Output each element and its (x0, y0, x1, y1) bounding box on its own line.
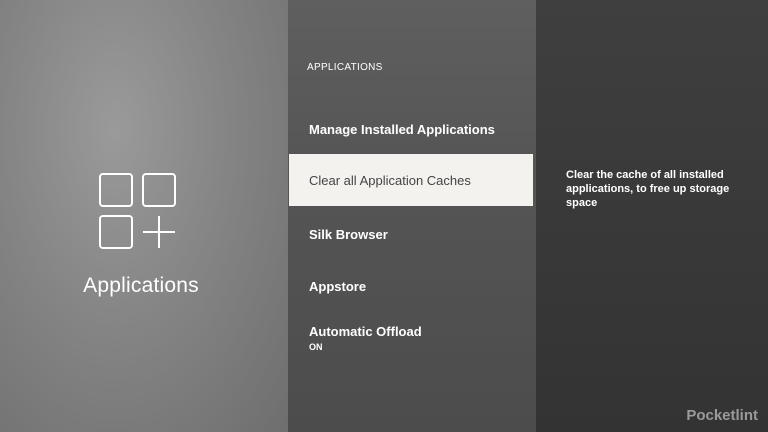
watermark-logo: Pocketlint (686, 407, 758, 424)
menu-item-silk-browser[interactable]: Silk Browser (289, 208, 533, 260)
category-title: Applications (83, 274, 199, 297)
description-panel: Clear the cache of all installed applica… (536, 0, 768, 432)
category-hero-panel: Applications (0, 0, 288, 432)
menu-item-label: Silk Browser (309, 226, 388, 242)
menu-item-label: Clear all Application Caches (309, 172, 471, 188)
settings-screen: Applications APPLICATIONS Manage Install… (0, 0, 768, 432)
menu-item-label: Automatic Offload (309, 324, 422, 339)
menu-item-manage-installed-applications[interactable]: Manage Installed Applications (289, 103, 533, 155)
item-description: Clear the cache of all installed applica… (566, 169, 730, 209)
menu-item-label: Manage Installed Applications (309, 121, 495, 137)
menu-heading: APPLICATIONS (307, 62, 383, 73)
menu-item-automatic-offload[interactable]: Automatic Offload ON (289, 312, 533, 364)
menu-item-clear-all-application-caches[interactable]: Clear all Application Caches (289, 154, 533, 206)
menu-item-label: Appstore (309, 278, 367, 294)
menu-item-value: ON (309, 342, 323, 352)
menu-item-appstore[interactable]: Appstore (289, 260, 533, 312)
apps-grid-plus-icon (98, 172, 178, 250)
settings-menu: APPLICATIONS Manage Installed Applicatio… (288, 0, 536, 432)
